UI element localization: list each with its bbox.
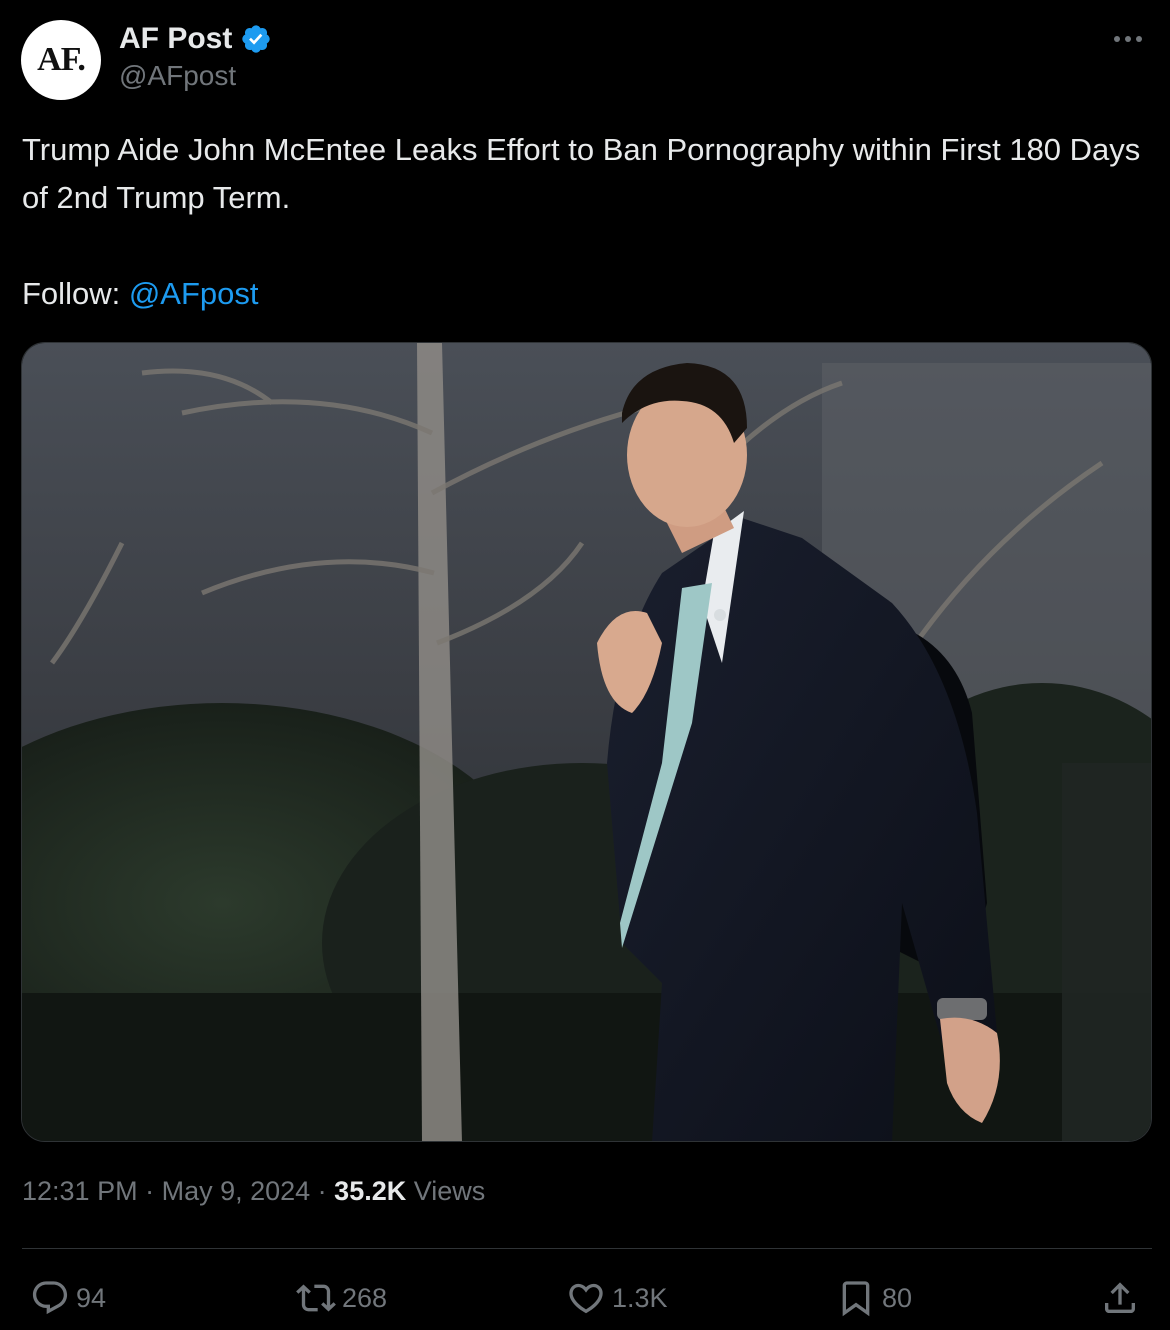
meta-separator-2: · (310, 1176, 335, 1206)
tweet-card: AF. AF Post @AFpost Trump Aide John McEn… (0, 0, 1170, 1330)
mention-link[interactable]: @AFpost (129, 276, 259, 311)
follow-line: Follow: @AFpost (22, 270, 259, 318)
reply-count: 94 (76, 1282, 107, 1313)
tweet-time[interactable]: 12:31 PM (22, 1176, 138, 1207)
heart-icon (569, 1283, 603, 1314)
repost-count: 268 (342, 1282, 388, 1313)
author-handle[interactable]: @AFpost (119, 60, 236, 92)
like-button[interactable]: 1.3K (566, 1276, 668, 1320)
photo-man-in-suit-walking (22, 343, 1151, 1141)
reply-icon (32, 1281, 68, 1315)
bookmark-icon (842, 1281, 870, 1317)
tweet-date[interactable]: May 9, 2024 (162, 1176, 311, 1207)
avatar[interactable]: AF. (21, 20, 101, 100)
divider (22, 1248, 1152, 1249)
meta-separator: · (137, 1176, 162, 1206)
follow-prefix: Follow: (22, 276, 129, 311)
display-name[interactable]: AF Post (119, 22, 232, 56)
repost-icon (296, 1284, 336, 1312)
share-button[interactable] (1100, 1276, 1146, 1320)
author-name-row: AF Post (119, 20, 272, 58)
tweet-photo[interactable] (21, 342, 1152, 1142)
views-count: 35.2K (334, 1176, 407, 1206)
avatar-logo-text: AF. (37, 41, 86, 78)
more-options-icon[interactable] (1108, 24, 1148, 54)
views-label: Views (406, 1176, 486, 1206)
share-icon (1105, 1282, 1135, 1313)
tweet-text: Trump Aide John McEntee Leaks Effort to … (22, 132, 1149, 215)
tweet-meta: 12:31 PM · May 9, 2024 · 35.2K Views (22, 1176, 485, 1207)
verified-badge-icon[interactable] (240, 23, 272, 55)
like-count: 1.3K (612, 1282, 668, 1313)
bookmark-count: 80 (882, 1282, 913, 1313)
repost-button[interactable]: 268 (296, 1276, 387, 1320)
bookmark-button[interactable]: 80 (836, 1276, 912, 1320)
reply-button[interactable]: 94 (30, 1276, 106, 1320)
